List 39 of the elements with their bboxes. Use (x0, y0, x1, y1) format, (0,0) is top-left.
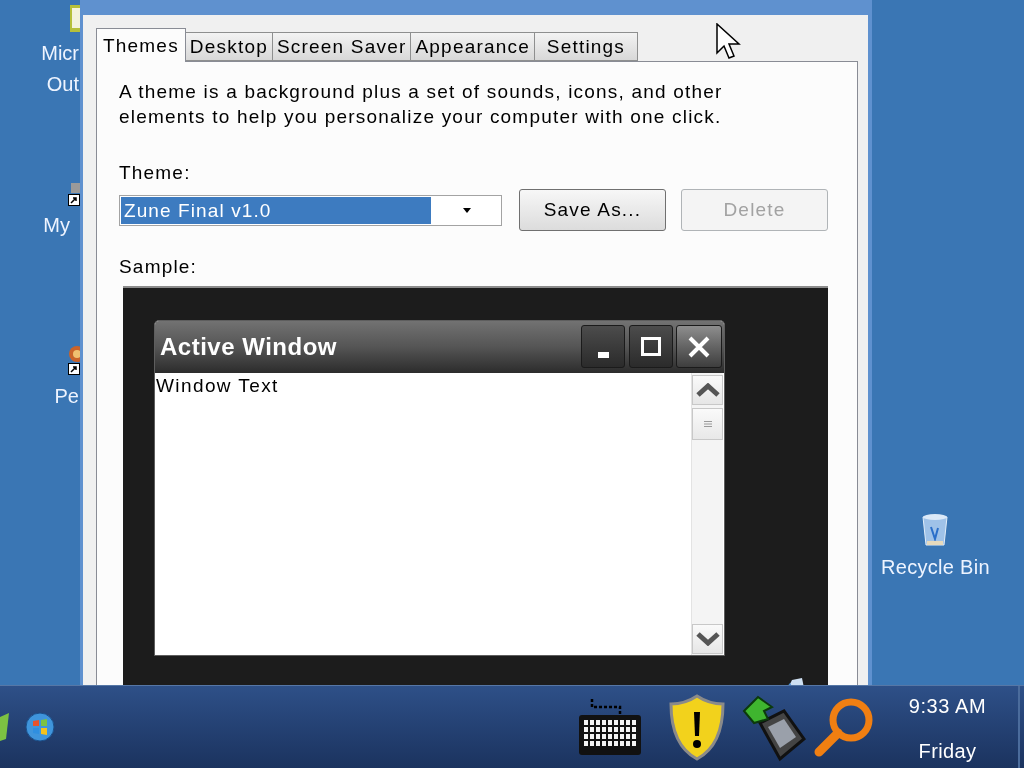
desktop-icon-label[interactable]: Micr Out (41, 38, 79, 100)
shortcut-icon[interactable] (68, 183, 80, 206)
shield-warning-icon[interactable] (668, 693, 726, 761)
desktop-icon-label[interactable]: Pe (54, 384, 79, 408)
description-text: A theme is a background plus a set of sounds, icons, and other elements to help you personalize your computer with one click. (119, 80, 724, 129)
minimize-icon (597, 352, 609, 358)
theme-label: Theme: (119, 161, 191, 185)
chevron-down-icon (695, 632, 720, 646)
desktop-icon-label[interactable]: My (43, 213, 70, 237)
desktop-icon-label[interactable]: Recycle Bin (881, 555, 990, 579)
keyboard-icon[interactable] (578, 697, 642, 757)
maximize-button[interactable] (629, 325, 673, 368)
tab[interactable]: Appearance (410, 32, 535, 61)
dialog-button[interactable]: Save As... (519, 189, 666, 231)
minimize-button[interactable] (581, 325, 625, 368)
scroll-down-button[interactable] (692, 624, 723, 654)
tab[interactable]: Screen Saver (271, 32, 412, 61)
dropdown-value: Zune Final v1.0 (121, 196, 431, 224)
close-button[interactable] (676, 325, 722, 368)
start-orb-icon[interactable] (25, 712, 55, 742)
clock-time[interactable]: 9:33 AM (908, 694, 987, 718)
tab[interactable]: Settings (533, 32, 638, 61)
window-text: Window Text (156, 375, 279, 396)
window-title: Active Window (159, 332, 337, 359)
tab[interactable]: Desktop (184, 32, 273, 61)
cursor-icon (716, 23, 741, 60)
grip-icon (703, 421, 712, 427)
caret-down-icon (463, 207, 471, 213)
recycle-bin-icon[interactable] (921, 513, 949, 547)
scroll-thumb[interactable] (692, 408, 723, 440)
sample-label: Sample: (119, 255, 198, 279)
close-icon (688, 335, 710, 358)
theme-dropdown[interactable]: Zune Final v1.0 (119, 194, 502, 226)
maximize-icon (641, 337, 661, 356)
logo-fragment-icon[interactable] (0, 713, 9, 741)
chevron-up-icon (695, 383, 720, 397)
clock-day[interactable]: Friday (918, 739, 977, 763)
tab[interactable]: Themes (96, 28, 186, 62)
scroll-up-button[interactable] (692, 375, 723, 405)
